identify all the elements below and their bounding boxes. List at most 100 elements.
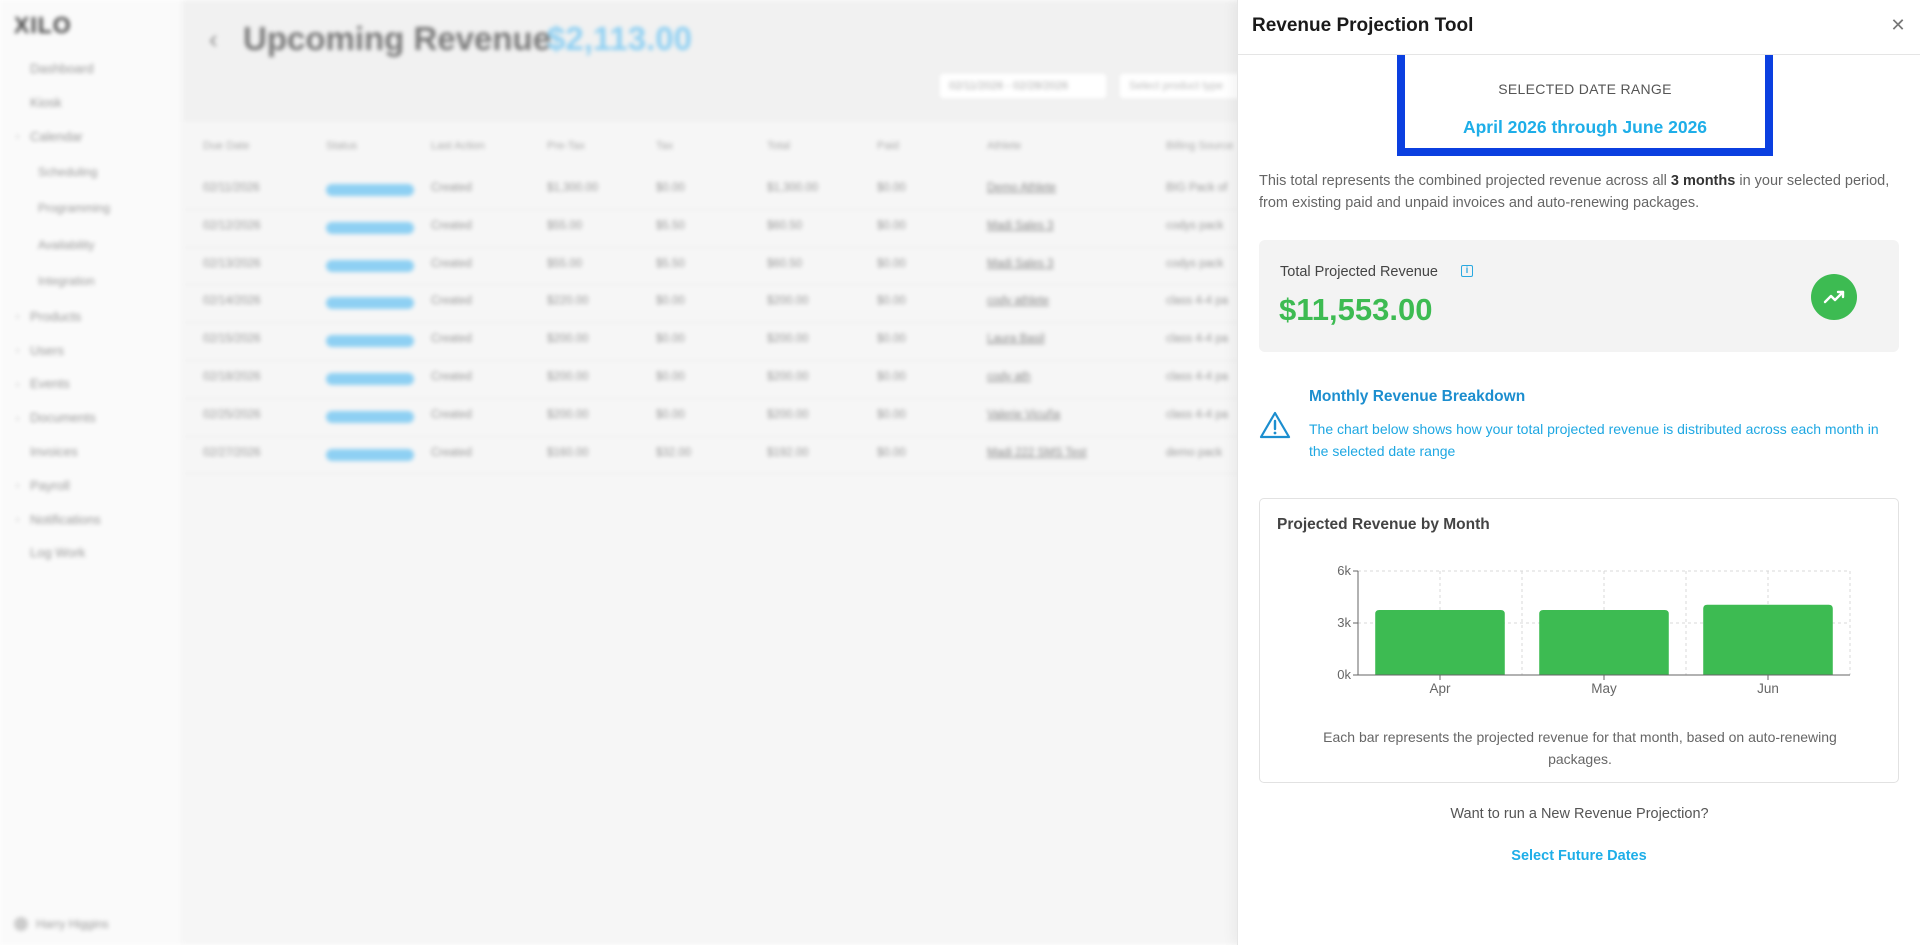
table-cell: $200.00	[547, 333, 589, 346]
table-cell: demo pack	[1166, 446, 1223, 459]
table-cell: $5.50	[656, 219, 685, 232]
revenue-bar-chart: 0k 3k 6k Apr May Jun	[1337, 563, 1851, 696]
athlete-link[interactable]: Madi Sales 3	[987, 220, 1053, 232]
chart-bar-apr	[1375, 610, 1505, 675]
chart-title: Projected Revenue by Month	[1277, 516, 1490, 533]
athlete-link[interactable]: cody athlete	[987, 295, 1049, 307]
table-cell: Created	[431, 219, 472, 232]
athlete-link[interactable]: Madi Sales 3	[987, 258, 1053, 270]
table-cell: Created	[431, 295, 472, 308]
athlete-link[interactable]: cody ath	[987, 371, 1030, 383]
sidebar-item-availability[interactable]: Availability	[0, 226, 182, 263]
sidebar-item-invoices[interactable]: Invoices	[0, 435, 182, 469]
user-name: Harry Higgins	[36, 917, 109, 931]
sidebar-item-events[interactable]: › Events	[0, 367, 182, 401]
sidebar-item-label: Integration	[38, 274, 95, 289]
alert-text: The chart below shows how your total pro…	[1309, 421, 1879, 459]
info-icon[interactable]: i	[1461, 265, 1473, 277]
table-cell: codys pack	[1166, 257, 1224, 270]
chevron-right-icon: ›	[16, 412, 19, 423]
athlete-link[interactable]: Demo Athlete	[987, 182, 1056, 194]
total-revenue-label: Total Projected Revenue	[1280, 264, 1438, 280]
sidebar-item-dashboard[interactable]: Dashboard	[0, 52, 182, 86]
table-cell: $0.00	[877, 333, 906, 346]
select-future-dates-button[interactable]: Select Future Dates	[1479, 848, 1679, 864]
table-cell: $200.00	[767, 333, 809, 346]
column-header[interactable]: Pre-Tax	[547, 140, 585, 152]
status-badge	[326, 184, 414, 196]
table-cell: codys pack	[1166, 219, 1224, 232]
back-arrow-icon[interactable]: ‹	[209, 24, 218, 55]
table-cell: $0.00	[656, 408, 685, 421]
avatar	[14, 917, 28, 931]
table-cell: Created	[431, 257, 472, 270]
sidebar-item-scheduling[interactable]: Scheduling	[0, 153, 182, 190]
y-tick-label: 6k	[1337, 563, 1351, 578]
sidebar-item-users[interactable]: › Users	[0, 333, 182, 367]
column-header[interactable]: Last Action	[431, 140, 485, 152]
table-cell: $220.00	[547, 295, 589, 308]
sidebar-item-documents[interactable]: › Documents	[0, 401, 182, 435]
table-cell: $192.00	[767, 446, 809, 459]
chevron-right-icon: ›	[16, 378, 19, 389]
column-header[interactable]: Tax	[656, 140, 673, 152]
sidebar-nav: Dashboard Kiosk › Calendar Scheduling Program…	[0, 52, 182, 570]
sidebar: XILO Dashboard Kiosk › Calendar Scheduling Pr…	[0, 0, 182, 945]
table-cell: $60.50	[767, 219, 803, 232]
date-range-filter[interactable]: 02/11/2026 - 02/28/2026	[938, 72, 1108, 100]
sidebar-item-label: Documents	[30, 410, 96, 426]
description-text: This total represents the combined proje…	[1259, 173, 1671, 189]
table-cell: 02/25/2026	[203, 408, 261, 421]
sidebar-item-kiosk[interactable]: Kiosk	[0, 86, 182, 120]
table-cell: class 4-4 pa	[1166, 295, 1229, 308]
sidebar-item-programming[interactable]: Programming	[0, 190, 182, 227]
status-badge	[326, 221, 414, 234]
table-cell: $0.00	[877, 446, 906, 459]
table-cell: $200.00	[547, 408, 589, 421]
sidebar-item-products[interactable]: › Products	[0, 299, 182, 333]
table-cell: class 4-4 pa	[1166, 370, 1229, 383]
status-badge	[326, 259, 414, 272]
sidebar-item-integration[interactable]: Integration	[0, 263, 182, 300]
sidebar-item-label: Calendar	[30, 128, 83, 144]
date-range-label: SELECTED DATE RANGE	[1498, 81, 1672, 97]
revenue-chart-card: Projected Revenue by Month 0k 3k 6k Apr May J…	[1259, 498, 1899, 783]
close-icon[interactable]: ✕	[1889, 16, 1907, 34]
sidebar-item-calendar[interactable]: › Calendar	[0, 120, 182, 154]
user-profile[interactable]: Harry Higgins	[14, 917, 109, 931]
x-tick-label: Apr	[1429, 681, 1451, 696]
table-cell: 02/18/2026	[203, 370, 261, 383]
column-header[interactable]: Billing Source	[1166, 140, 1233, 152]
sidebar-item-notifications[interactable]: › Notifications	[0, 502, 182, 536]
projection-description: This total represents the combined proje…	[1259, 170, 1899, 214]
total-projected-revenue-card: Total Projected Revenue i $11,553.00	[1259, 240, 1899, 352]
sidebar-item-label: Log Work	[30, 545, 86, 561]
table-cell: $200.00	[547, 370, 589, 383]
column-header[interactable]: Status	[326, 140, 357, 152]
sidebar-item-log-work[interactable]: Log Work	[0, 536, 182, 570]
table-cell: $0.00	[877, 182, 906, 194]
athlete-link[interactable]: Madi 222 SMS Test	[987, 447, 1087, 459]
column-header[interactable]: Due Date	[203, 140, 249, 152]
column-header[interactable]: Total	[767, 140, 790, 152]
date-range-value: April 2026 through June 2026	[1462, 117, 1708, 137]
table-cell: $60.50	[767, 257, 803, 270]
athlete-link[interactable]: Valerie Vicuña	[987, 409, 1060, 421]
table-cell: $0.00	[656, 182, 685, 194]
table-cell: 02/14/2026	[203, 295, 261, 308]
chart-note: Each bar represents the projected revenu…	[1323, 729, 1837, 767]
athlete-link[interactable]: Laura Basil	[987, 333, 1045, 345]
table-cell: Created	[431, 333, 472, 346]
table-cell: $0.00	[877, 219, 906, 232]
table-cell: $0.00	[656, 333, 685, 346]
sidebar-item-label: Products	[30, 308, 82, 324]
table-cell: 02/12/2026	[203, 219, 261, 232]
description-months: 3 months	[1670, 173, 1736, 189]
sidebar-item-payroll[interactable]: › Payroll	[0, 468, 182, 502]
column-header[interactable]: Athlete	[987, 140, 1021, 152]
column-header[interactable]: Paid	[877, 140, 899, 152]
status-badge	[326, 372, 414, 385]
table-cell: $55.00	[547, 219, 583, 232]
drawer-title: Revenue Projection Tool	[1252, 15, 1474, 36]
chevron-right-icon: ›	[16, 131, 19, 142]
